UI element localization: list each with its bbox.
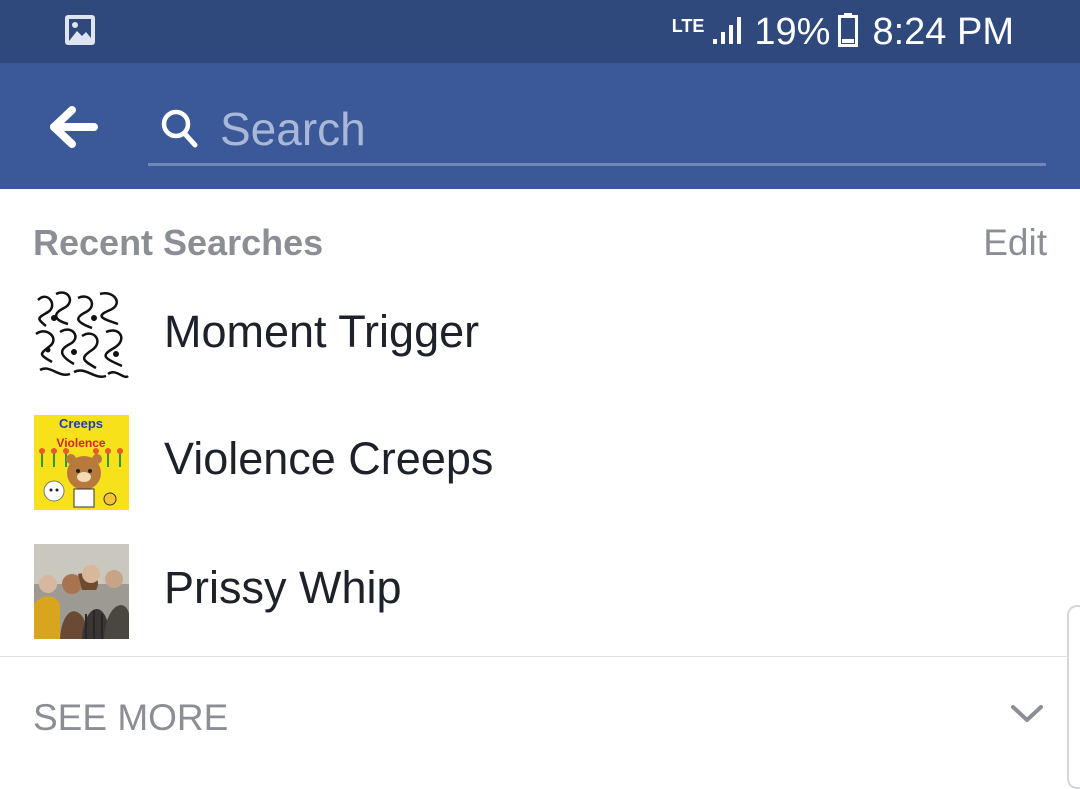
arrow-left-icon xyxy=(50,106,98,148)
search-field[interactable] xyxy=(148,99,1046,166)
see-more-label: SEE MORE xyxy=(33,697,229,738)
signal-bars-icon xyxy=(712,15,746,50)
search-icon xyxy=(160,107,200,156)
scroll-handle[interactable] xyxy=(1067,605,1080,789)
app-bar xyxy=(0,63,1080,189)
clock: 8:24 PM xyxy=(872,11,1014,53)
result-thumbnail xyxy=(34,288,129,383)
section-title: Recent Searches xyxy=(33,222,324,263)
thumb-text-bottom: Violence xyxy=(56,436,105,450)
result-name: Violence Creeps xyxy=(164,433,494,484)
battery-percent: 19% xyxy=(754,11,831,53)
image-notification-icon xyxy=(64,14,96,51)
recent-search-item[interactable]: Creeps Violence Violence Creeps xyxy=(0,405,1080,517)
result-name: Prissy Whip xyxy=(164,562,402,613)
battery-icon xyxy=(838,12,859,52)
recent-search-item[interactable]: Moment Trigger xyxy=(0,278,1080,390)
network-type-label: LTE xyxy=(671,16,705,36)
search-input[interactable] xyxy=(220,99,1020,159)
see-more-button[interactable]: SEE MORE xyxy=(0,657,1080,773)
edit-link[interactable]: Edit xyxy=(983,222,1047,264)
recent-searches-header: Recent Searches Edit xyxy=(33,222,1047,268)
chevron-down-icon xyxy=(1010,703,1044,730)
result-thumbnail xyxy=(34,544,129,639)
result-thumbnail: Creeps Violence xyxy=(34,415,129,510)
status-bar: LTE 19% 8:24 PM xyxy=(0,0,1080,63)
result-name: Moment Trigger xyxy=(164,306,480,357)
recent-search-item[interactable]: Prissy Whip xyxy=(0,534,1080,646)
status-indicators: LTE 19% 8:24 PM xyxy=(672,12,1014,52)
back-button[interactable] xyxy=(48,105,100,149)
thumb-text-top: Creeps xyxy=(59,416,103,431)
